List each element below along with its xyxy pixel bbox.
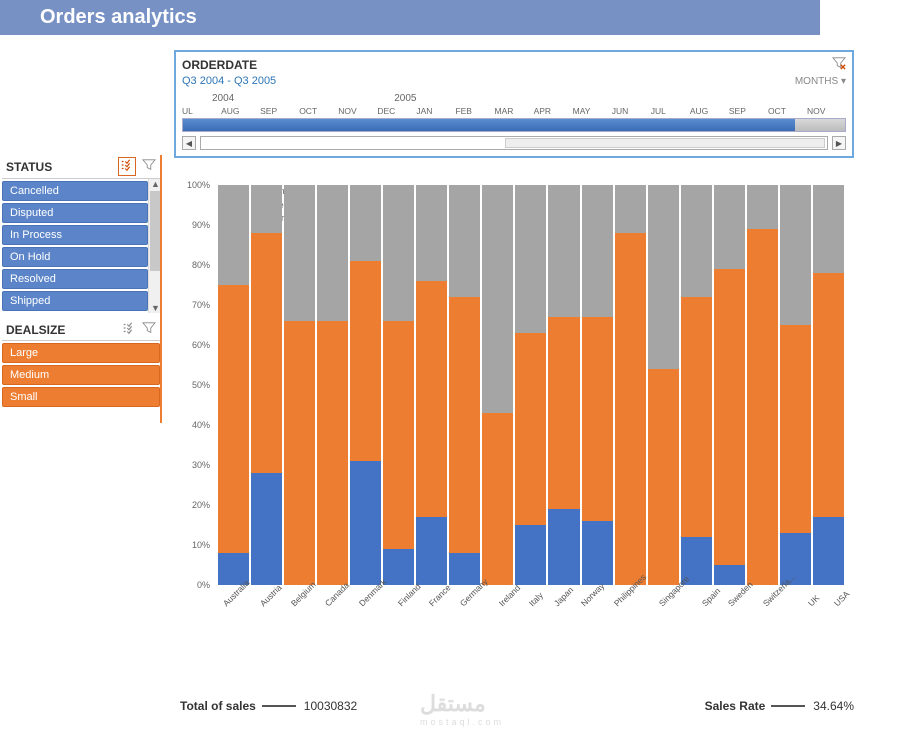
timeline-month: DEC bbox=[377, 106, 416, 116]
bar-column bbox=[813, 185, 844, 585]
x-axis-label: Finland bbox=[393, 581, 423, 611]
slicer-status-item[interactable]: Disputed bbox=[2, 203, 148, 223]
bar-column bbox=[747, 185, 778, 585]
timeline-panel: ORDERDATE Q3 2004 - Q3 2005 MONTHS ▾ 200… bbox=[174, 50, 854, 158]
timeline-month: JUL bbox=[651, 106, 690, 116]
y-axis-label: 0% bbox=[178, 580, 210, 590]
timeline-month: NOV bbox=[338, 106, 377, 116]
total-sales-value: 10030832 bbox=[304, 699, 357, 713]
timeline-title: ORDERDATE bbox=[182, 58, 257, 72]
y-axis-label: 80% bbox=[178, 260, 210, 270]
timeline-month: APR bbox=[534, 106, 573, 116]
timeline-month-labels: ULAUGSEPOCTNOVDECJANFEBMARAPRMAYJUNJULAU… bbox=[182, 106, 846, 116]
bar-column bbox=[317, 185, 348, 585]
bar-column bbox=[648, 185, 679, 585]
timeline-month: AUG bbox=[690, 106, 729, 116]
x-axis-label: Spain bbox=[697, 586, 722, 611]
bar-column bbox=[615, 185, 646, 585]
x-axis-label: UK bbox=[803, 586, 828, 611]
bar-column bbox=[714, 185, 745, 585]
footer-stats: Total of sales 10030832 Sales Rate 34.64… bbox=[180, 699, 854, 713]
timeline-year-label: 2004 bbox=[212, 93, 234, 104]
clear-filter-icon[interactable] bbox=[832, 56, 846, 73]
bar-column bbox=[218, 185, 249, 585]
bar-column bbox=[251, 185, 282, 585]
bar-column bbox=[350, 185, 381, 585]
timeline-month: SEP bbox=[729, 106, 768, 116]
slicer-status-item[interactable]: Shipped bbox=[2, 291, 148, 311]
timeline-scroll-left[interactable]: ◀ bbox=[182, 136, 196, 150]
timeline-year-label: 2005 bbox=[394, 93, 416, 104]
filter-icon[interactable] bbox=[142, 321, 156, 338]
slicer-status-title: STATUS bbox=[6, 160, 52, 174]
y-axis-label: 60% bbox=[178, 340, 210, 350]
timeline-month: NOV bbox=[807, 106, 846, 116]
timeline-month: FEB bbox=[455, 106, 494, 116]
sales-rate-label: Sales Rate bbox=[705, 699, 766, 713]
x-axis-label: Norway bbox=[576, 581, 606, 611]
bar-column bbox=[780, 185, 811, 585]
x-axis-label: Austria bbox=[255, 582, 284, 611]
multiselect-icon[interactable] bbox=[118, 157, 136, 176]
timeline-month: JAN bbox=[416, 106, 455, 116]
stacked-bar-chart: Small Medium Large 0%10%20%30%40%50%60%7… bbox=[174, 180, 854, 655]
slicer-panel: STATUS CancelledDisputedIn ProcessOn Hol… bbox=[2, 155, 162, 423]
slicer-dealsize-item[interactable]: Medium bbox=[2, 365, 160, 385]
timeline-month: OCT bbox=[299, 106, 338, 116]
y-axis-label: 100% bbox=[178, 180, 210, 190]
slicer-status: STATUS CancelledDisputedIn ProcessOn Hol… bbox=[2, 155, 160, 313]
bar-column bbox=[582, 185, 613, 585]
x-axis-label: Ireland bbox=[494, 583, 522, 611]
x-axis-label: Japan bbox=[549, 585, 575, 611]
slicer-status-item[interactable]: Cancelled bbox=[2, 181, 148, 201]
slicer-dealsize-item[interactable]: Large bbox=[2, 343, 160, 363]
y-axis-label: 20% bbox=[178, 500, 210, 510]
x-axis-label: Italy bbox=[524, 586, 549, 611]
timeline-granularity[interactable]: MONTHS ▾ bbox=[795, 76, 846, 87]
timeline-month: UL bbox=[182, 106, 221, 116]
timeline-month: SEP bbox=[260, 106, 299, 116]
timeline-month: AUG bbox=[221, 106, 260, 116]
slicer-status-item[interactable]: In Process bbox=[2, 225, 148, 245]
bar-column bbox=[284, 185, 315, 585]
page-title: Orders analytics bbox=[0, 0, 820, 35]
timeline-month: JUN bbox=[612, 106, 651, 116]
slicer-status-item[interactable]: On Hold bbox=[2, 247, 148, 267]
timeline-selection-bar[interactable] bbox=[182, 118, 846, 132]
timeline-scroll-track[interactable] bbox=[200, 136, 828, 150]
timeline-month: OCT bbox=[768, 106, 807, 116]
y-axis-label: 10% bbox=[178, 540, 210, 550]
slicer-dealsize-item[interactable]: Small bbox=[2, 387, 160, 407]
timeline-range: Q3 2004 - Q3 2005 bbox=[182, 75, 276, 87]
x-axis-label: France bbox=[424, 582, 453, 611]
timeline-month: MAR bbox=[495, 106, 534, 116]
x-axis-label: USA bbox=[829, 586, 854, 611]
y-axis-label: 70% bbox=[178, 300, 210, 310]
timeline-month: MAY bbox=[573, 106, 612, 116]
y-axis-label: 50% bbox=[178, 380, 210, 390]
multiselect-icon[interactable] bbox=[122, 321, 136, 338]
watermark: مستقلmostaql.com bbox=[420, 691, 504, 727]
bar-column bbox=[383, 185, 414, 585]
y-axis-label: 40% bbox=[178, 420, 210, 430]
bar-column bbox=[449, 185, 480, 585]
timeline-scroll-thumb[interactable] bbox=[505, 138, 825, 148]
slicer-status-item[interactable]: Resolved bbox=[2, 269, 148, 289]
bar-column bbox=[482, 185, 513, 585]
bar-column bbox=[548, 185, 579, 585]
bar-column bbox=[416, 185, 447, 585]
y-axis-label: 30% bbox=[178, 460, 210, 470]
sales-rate-value: 34.64% bbox=[813, 699, 854, 713]
slicer-dealsize-title: DEALSIZE bbox=[6, 323, 65, 337]
filter-icon[interactable] bbox=[142, 158, 156, 175]
y-axis-label: 90% bbox=[178, 220, 210, 230]
bar-column bbox=[515, 185, 546, 585]
slicer-scrollbar[interactable]: ▲ ▼ bbox=[148, 179, 160, 313]
total-sales-label: Total of sales bbox=[180, 699, 256, 713]
slicer-dealsize: DEALSIZE LargeMediumSmall bbox=[2, 319, 160, 409]
timeline-scroll-right[interactable]: ▶ bbox=[832, 136, 846, 150]
bar-column bbox=[681, 185, 712, 585]
